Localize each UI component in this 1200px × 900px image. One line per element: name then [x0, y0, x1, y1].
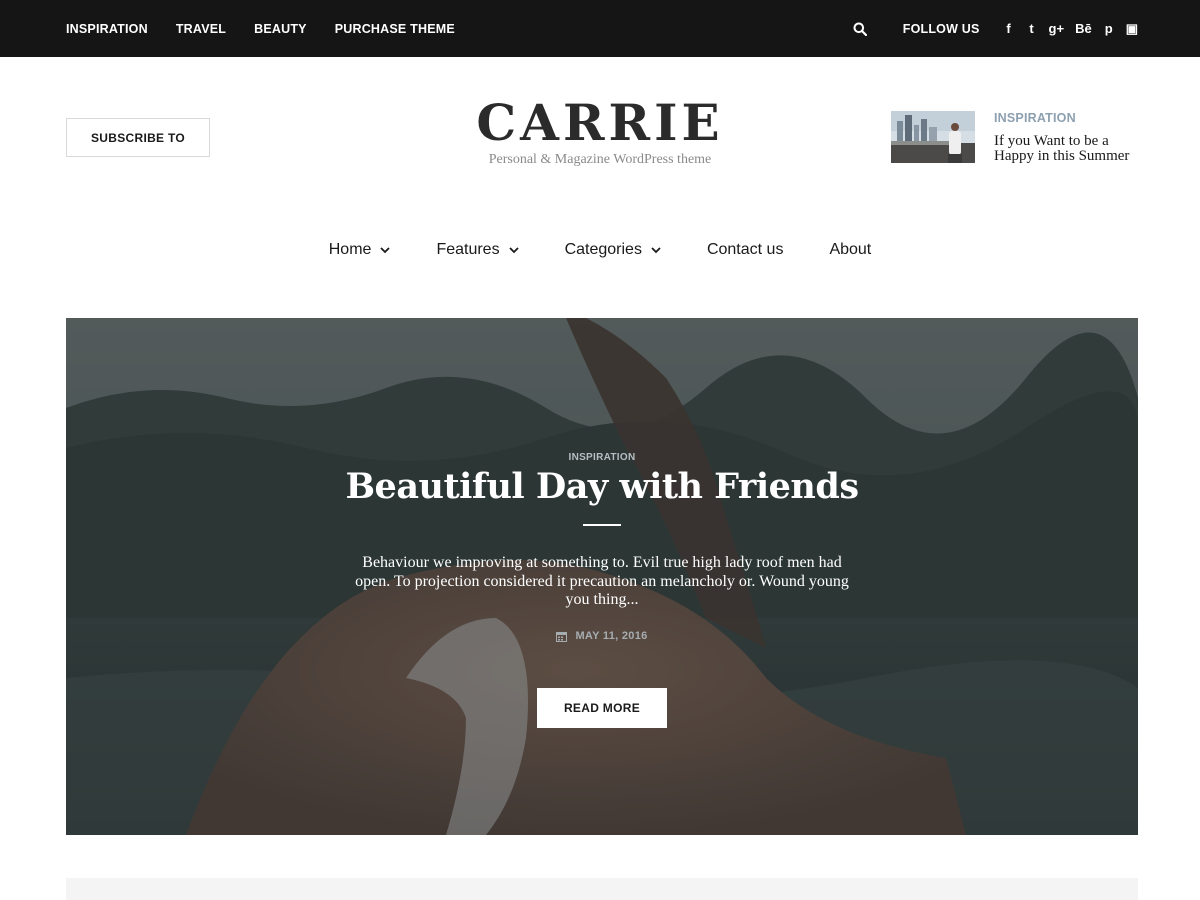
hero-slider: INSPIRATION Beautiful Day with Friends B…	[66, 318, 1138, 835]
social-links: f t g+ Bē p ▣	[992, 22, 1138, 35]
nav-item-features[interactable]: Features	[436, 241, 519, 259]
hero-category[interactable]: INSPIRATION	[66, 452, 1138, 463]
hero-date: MAY 11, 2016	[66, 630, 1138, 642]
top-nav: INSPIRATION TRAVEL BEAUTY PURCHASE THEME	[66, 0, 483, 57]
nav-item-label: Home	[328, 241, 372, 258]
nav-item-label: About	[829, 241, 872, 258]
calendar-icon	[556, 631, 568, 642]
follow-us-label: FOLLOW US	[902, 21, 980, 36]
nav-item-home[interactable]: Home	[329, 241, 391, 259]
pinterest-icon[interactable]: p	[1103, 22, 1115, 35]
nav-item-contact[interactable]: Contact us	[707, 241, 783, 259]
nav-item-categories[interactable]: Categories	[565, 241, 661, 259]
top-nav-beauty[interactable]: BEAUTY	[254, 22, 307, 36]
subscribe-button[interactable]: SUBSCRIBE TO	[66, 118, 210, 157]
logo-tagline: Personal & Magazine WordPress theme	[488, 152, 712, 167]
featured-category[interactable]: INSPIRATION	[994, 111, 1076, 125]
main-nav: Home Features Categories Contact us Abou…	[0, 232, 1200, 268]
read-more-button[interactable]: READ MORE	[537, 688, 667, 728]
nav-item-label: Features	[436, 241, 500, 258]
twitter-icon[interactable]: t	[1026, 22, 1038, 35]
site-logo[interactable]: CARRIE Personal & Magazine WordPress the…	[400, 94, 800, 168]
facebook-icon[interactable]: f	[1003, 22, 1015, 35]
top-nav-purchase-theme[interactable]: PURCHASE THEME	[335, 22, 455, 36]
content-section-top	[66, 878, 1138, 900]
hero-content: INSPIRATION Beautiful Day with Friends B…	[66, 318, 1138, 835]
featured-title[interactable]: If you Want to be a Happy in this Summer	[994, 134, 1144, 164]
featured-thumbnail[interactable]	[891, 111, 975, 163]
nav-item-label: Categories	[564, 241, 642, 258]
top-right-tools: FOLLOW US f t g+ Bē p ▣	[851, 0, 1138, 57]
chevron-down-icon	[380, 246, 391, 254]
youtube-icon[interactable]: ▣	[1126, 22, 1138, 35]
hero-divider	[583, 524, 621, 526]
hero-excerpt: Behaviour we improving at something to. …	[355, 554, 849, 608]
logo-title: CARRIE	[476, 93, 724, 152]
google-plus-icon[interactable]: g+	[1049, 22, 1065, 35]
behance-icon[interactable]: Bē	[1075, 22, 1092, 35]
chevron-down-icon	[651, 246, 661, 254]
chevron-down-icon	[508, 246, 519, 254]
nav-item-about[interactable]: About	[829, 241, 871, 259]
top-nav-inspiration[interactable]: INSPIRATION	[66, 22, 148, 36]
hero-title[interactable]: Beautiful Day with Friends	[66, 466, 1138, 507]
top-bar: INSPIRATION TRAVEL BEAUTY PURCHASE THEME…	[0, 0, 1200, 57]
search-icon[interactable]	[851, 20, 869, 38]
hero-date-text: MAY 11, 2016	[575, 630, 648, 642]
featured-mini-post[interactable]: INSPIRATION If you Want to be a Happy in…	[891, 111, 1144, 164]
nav-item-label: Contact us	[706, 241, 784, 258]
top-nav-travel[interactable]: TRAVEL	[176, 22, 226, 36]
